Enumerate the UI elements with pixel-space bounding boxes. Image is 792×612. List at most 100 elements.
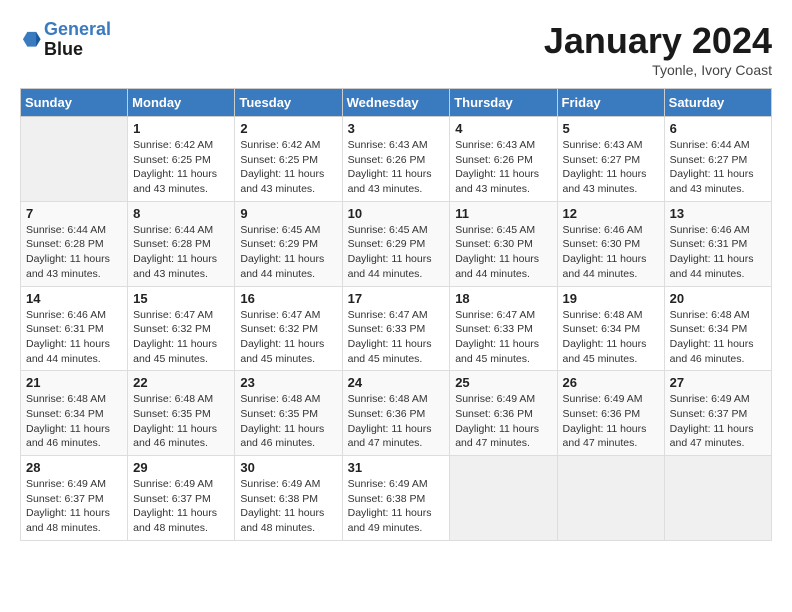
calendar-cell: 12 Sunrise: 6:46 AMSunset: 6:30 PMDayligh… bbox=[557, 201, 664, 286]
calendar-cell: 28 Sunrise: 6:49 AMSunset: 6:37 PMDayligh… bbox=[21, 456, 128, 541]
calendar-cell: 22Sunrise: 6:48 AMSunset: 6:35 PMDayligh… bbox=[128, 371, 235, 456]
day-info: Sunrise: 6:48 AMSunset: 6:34 PMDaylight:… bbox=[563, 308, 659, 367]
day-info: Sunrise: 6:47 AMSunset: 6:33 PMDaylight:… bbox=[348, 308, 445, 367]
day-info: Sunrise: 6:48 AMSunset: 6:34 PMDaylight:… bbox=[26, 392, 122, 451]
calendar-cell bbox=[557, 456, 664, 541]
day-info: Sunrise: 6:48 AMSunset: 6:36 PMDaylight:… bbox=[348, 392, 445, 451]
day-header-thursday: Thursday bbox=[450, 89, 557, 117]
day-info: Sunrise: 6:48 AMSunset: 6:34 PMDaylight:… bbox=[670, 308, 766, 367]
calendar-cell: 30 Sunrise: 6:49 AMSunset: 6:38 PMDayligh… bbox=[235, 456, 342, 541]
day-number: 12 bbox=[563, 206, 659, 221]
day-number: 20 bbox=[670, 291, 766, 306]
calendar-cell: 14 Sunrise: 6:46 AMSunset: 6:31 PMDayligh… bbox=[21, 286, 128, 371]
day-number: 21 bbox=[26, 375, 122, 390]
calendar-cell: 10 Sunrise: 6:45 AMSunset: 6:29 PMDayligh… bbox=[342, 201, 450, 286]
day-header-saturday: Saturday bbox=[664, 89, 771, 117]
day-info: Sunrise: 6:48 AMSunset: 6:35 PMDaylight:… bbox=[240, 392, 336, 451]
calendar-cell: 4 Sunrise: 6:43 AMSunset: 6:26 PMDaylight… bbox=[450, 117, 557, 202]
calendar-cell: 16 Sunrise: 6:47 AMSunset: 6:32 PMDayligh… bbox=[235, 286, 342, 371]
day-info: Sunrise: 6:43 AMSunset: 6:26 PMDaylight:… bbox=[455, 138, 551, 197]
page-header: GeneralBlue January 2024 Tyonle, Ivory C… bbox=[20, 20, 772, 78]
logo-icon bbox=[20, 29, 42, 51]
day-number: 30 bbox=[240, 460, 336, 475]
day-number: 25 bbox=[455, 375, 551, 390]
day-number: 3 bbox=[348, 121, 445, 136]
day-number: 5 bbox=[563, 121, 659, 136]
day-number: 13 bbox=[670, 206, 766, 221]
logo: GeneralBlue bbox=[20, 20, 111, 60]
calendar-cell: 25Sunrise: 6:49 AMSunset: 6:36 PMDayligh… bbox=[450, 371, 557, 456]
calendar-cell: 7Sunrise: 6:44 AMSunset: 6:28 PMDaylight… bbox=[21, 201, 128, 286]
day-number: 6 bbox=[670, 121, 766, 136]
day-number: 28 bbox=[26, 460, 122, 475]
month-title: January 2024 bbox=[544, 20, 772, 62]
calendar-cell: 18 Sunrise: 6:47 AMSunset: 6:33 PMDayligh… bbox=[450, 286, 557, 371]
calendar-cell: 24 Sunrise: 6:48 AMSunset: 6:36 PMDayligh… bbox=[342, 371, 450, 456]
logo-text: GeneralBlue bbox=[44, 20, 111, 60]
day-info: Sunrise: 6:49 AMSunset: 6:38 PMDaylight:… bbox=[240, 477, 336, 536]
calendar-cell: 11Sunrise: 6:45 AMSunset: 6:30 PMDayligh… bbox=[450, 201, 557, 286]
day-number: 4 bbox=[455, 121, 551, 136]
day-info: Sunrise: 6:44 AMSunset: 6:27 PMDaylight:… bbox=[670, 138, 766, 197]
calendar-cell bbox=[450, 456, 557, 541]
day-info: Sunrise: 6:43 AMSunset: 6:26 PMDaylight:… bbox=[348, 138, 445, 197]
day-number: 9 bbox=[240, 206, 336, 221]
calendar-cell: 3 Sunrise: 6:43 AMSunset: 6:26 PMDaylight… bbox=[342, 117, 450, 202]
day-info: Sunrise: 6:47 AMSunset: 6:33 PMDaylight:… bbox=[455, 308, 551, 367]
calendar-cell bbox=[664, 456, 771, 541]
day-header-monday: Monday bbox=[128, 89, 235, 117]
day-number: 10 bbox=[348, 206, 445, 221]
day-number: 24 bbox=[348, 375, 445, 390]
day-number: 7 bbox=[26, 206, 122, 221]
calendar-header-row: SundayMondayTuesdayWednesdayThursdayFrid… bbox=[21, 89, 772, 117]
day-number: 22 bbox=[133, 375, 229, 390]
day-info: Sunrise: 6:49 AMSunset: 6:38 PMDaylight:… bbox=[348, 477, 445, 536]
day-info: Sunrise: 6:44 AMSunset: 6:28 PMDaylight:… bbox=[133, 223, 229, 282]
calendar-cell: 1 Sunrise: 6:42 AMSunset: 6:25 PMDaylight… bbox=[128, 117, 235, 202]
day-number: 16 bbox=[240, 291, 336, 306]
day-info: Sunrise: 6:46 AMSunset: 6:31 PMDaylight:… bbox=[26, 308, 122, 367]
day-info: Sunrise: 6:49 AMSunset: 6:37 PMDaylight:… bbox=[26, 477, 122, 536]
subtitle: Tyonle, Ivory Coast bbox=[544, 62, 772, 78]
calendar-cell: 8 Sunrise: 6:44 AMSunset: 6:28 PMDaylight… bbox=[128, 201, 235, 286]
calendar-cell: 2 Sunrise: 6:42 AMSunset: 6:25 PMDaylight… bbox=[235, 117, 342, 202]
calendar-cell: 23 Sunrise: 6:48 AMSunset: 6:35 PMDayligh… bbox=[235, 371, 342, 456]
day-header-wednesday: Wednesday bbox=[342, 89, 450, 117]
day-number: 18 bbox=[455, 291, 551, 306]
day-info: Sunrise: 6:47 AMSunset: 6:32 PMDaylight:… bbox=[240, 308, 336, 367]
day-number: 19 bbox=[563, 291, 659, 306]
day-number: 31 bbox=[348, 460, 445, 475]
calendar-cell: 21 Sunrise: 6:48 AMSunset: 6:34 PMDayligh… bbox=[21, 371, 128, 456]
calendar-cell: 26Sunrise: 6:49 AMSunset: 6:36 PMDayligh… bbox=[557, 371, 664, 456]
calendar-week-row: 21 Sunrise: 6:48 AMSunset: 6:34 PMDayligh… bbox=[21, 371, 772, 456]
day-number: 14 bbox=[26, 291, 122, 306]
day-number: 15 bbox=[133, 291, 229, 306]
day-header-tuesday: Tuesday bbox=[235, 89, 342, 117]
day-number: 27 bbox=[670, 375, 766, 390]
calendar-cell: 20 Sunrise: 6:48 AMSunset: 6:34 PMDayligh… bbox=[664, 286, 771, 371]
day-info: Sunrise: 6:43 AMSunset: 6:27 PMDaylight:… bbox=[563, 138, 659, 197]
day-info: Sunrise: 6:49 AMSunset: 6:37 PMDaylight:… bbox=[133, 477, 229, 536]
day-number: 23 bbox=[240, 375, 336, 390]
calendar-cell: 5 Sunrise: 6:43 AMSunset: 6:27 PMDaylight… bbox=[557, 117, 664, 202]
calendar-cell: 9Sunrise: 6:45 AMSunset: 6:29 PMDaylight… bbox=[235, 201, 342, 286]
day-number: 1 bbox=[133, 121, 229, 136]
day-info: Sunrise: 6:49 AMSunset: 6:37 PMDaylight:… bbox=[670, 392, 766, 451]
day-header-sunday: Sunday bbox=[21, 89, 128, 117]
calendar-cell: 6 Sunrise: 6:44 AMSunset: 6:27 PMDaylight… bbox=[664, 117, 771, 202]
day-info: Sunrise: 6:42 AMSunset: 6:25 PMDaylight:… bbox=[240, 138, 336, 197]
calendar-cell: 19 Sunrise: 6:48 AMSunset: 6:34 PMDayligh… bbox=[557, 286, 664, 371]
day-number: 8 bbox=[133, 206, 229, 221]
calendar-cell: 29Sunrise: 6:49 AMSunset: 6:37 PMDayligh… bbox=[128, 456, 235, 541]
day-info: Sunrise: 6:45 AMSunset: 6:29 PMDaylight:… bbox=[348, 223, 445, 282]
day-info: Sunrise: 6:42 AMSunset: 6:25 PMDaylight:… bbox=[133, 138, 229, 197]
calendar-cell: 31 Sunrise: 6:49 AMSunset: 6:38 PMDayligh… bbox=[342, 456, 450, 541]
calendar-body: 1 Sunrise: 6:42 AMSunset: 6:25 PMDaylight… bbox=[21, 117, 772, 541]
calendar-cell bbox=[21, 117, 128, 202]
calendar-week-row: 14 Sunrise: 6:46 AMSunset: 6:31 PMDayligh… bbox=[21, 286, 772, 371]
day-number: 26 bbox=[563, 375, 659, 390]
day-number: 17 bbox=[348, 291, 445, 306]
day-info: Sunrise: 6:46 AMSunset: 6:30 PMDaylight:… bbox=[563, 223, 659, 282]
day-number: 2 bbox=[240, 121, 336, 136]
calendar-week-row: 28 Sunrise: 6:49 AMSunset: 6:37 PMDayligh… bbox=[21, 456, 772, 541]
